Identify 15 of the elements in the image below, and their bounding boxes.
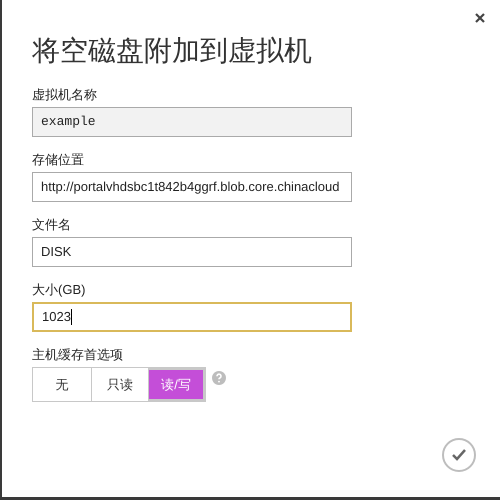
field-label: 存储位置 <box>32 152 85 168</box>
input-field[interactable]: DISK <box>32 237 352 267</box>
input-field[interactable]: http://portalvhdsbc1t842b4ggrf.blob.core.chinacloud <box>32 172 352 202</box>
text-cursor <box>70 309 72 325</box>
input-field[interactable]: example <box>32 107 352 137</box>
field-label: 主机缓存首选项 <box>32 347 124 363</box>
confirm-button[interactable] <box>442 438 476 472</box>
check-icon <box>451 448 467 462</box>
field-label: 大小(GB) <box>32 282 86 298</box>
dialog-title: 将空磁盘附加到虚拟机 <box>32 34 313 68</box>
close-icon <box>475 13 485 23</box>
field-label: 文件名 <box>32 217 72 233</box>
field-label: 虚拟机名称 <box>32 87 98 103</box>
option-button[interactable]: 读/写 <box>148 368 205 401</box>
input-field[interactable]: 1023 <box>32 302 352 332</box>
